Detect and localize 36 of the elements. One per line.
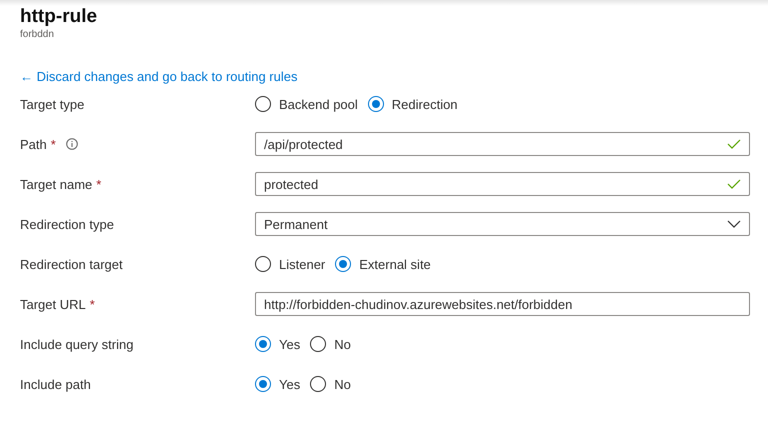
field-label: Include query string (20, 336, 134, 352)
field-label: Redirection type (20, 216, 114, 232)
back-link[interactable]: ← Discard changes and go back to routing rules (20, 69, 298, 85)
radio-button[interactable] (255, 256, 271, 272)
radio-label: Redirection (392, 96, 458, 112)
required-mark: * (96, 176, 102, 192)
radio-button[interactable] (255, 336, 271, 352)
field-label: Redirection target (20, 256, 123, 272)
text-field[interactable]: /api/protected (255, 132, 750, 156)
radio-button[interactable] (310, 336, 326, 352)
page-title: http-rule (20, 6, 98, 28)
text-field[interactable]: http://forbidden-chudinov.azurewebsites.net/forbidden (255, 292, 750, 316)
field-label: Target type (20, 96, 84, 112)
radio-label: No (334, 336, 351, 352)
required-mark: * (50, 136, 56, 152)
radio-button[interactable] (255, 96, 271, 112)
page-subtitle: forbddn (20, 29, 55, 41)
radio-label: Backend pool (279, 96, 358, 112)
radio-label: Yes (279, 336, 300, 352)
field-label: Path (20, 136, 47, 152)
text-field[interactable]: protected (255, 172, 750, 196)
radio-label: External site (359, 256, 431, 272)
radio-button[interactable] (255, 376, 271, 392)
radio-label: No (334, 376, 351, 392)
field-label: Include path (20, 376, 91, 392)
info-icon[interactable] (66, 138, 78, 150)
field-label: Target URL (20, 296, 86, 312)
field-label: Target name (20, 176, 92, 192)
radio-button[interactable] (310, 376, 326, 392)
chevron-down-icon (727, 220, 741, 228)
dropdown[interactable]: Permanent (255, 212, 750, 236)
radio-label: Listener (279, 256, 326, 272)
radio-button[interactable] (368, 96, 384, 112)
radio-label: Yes (279, 376, 300, 392)
required-mark: * (90, 296, 95, 312)
radio-button[interactable] (335, 256, 352, 272)
